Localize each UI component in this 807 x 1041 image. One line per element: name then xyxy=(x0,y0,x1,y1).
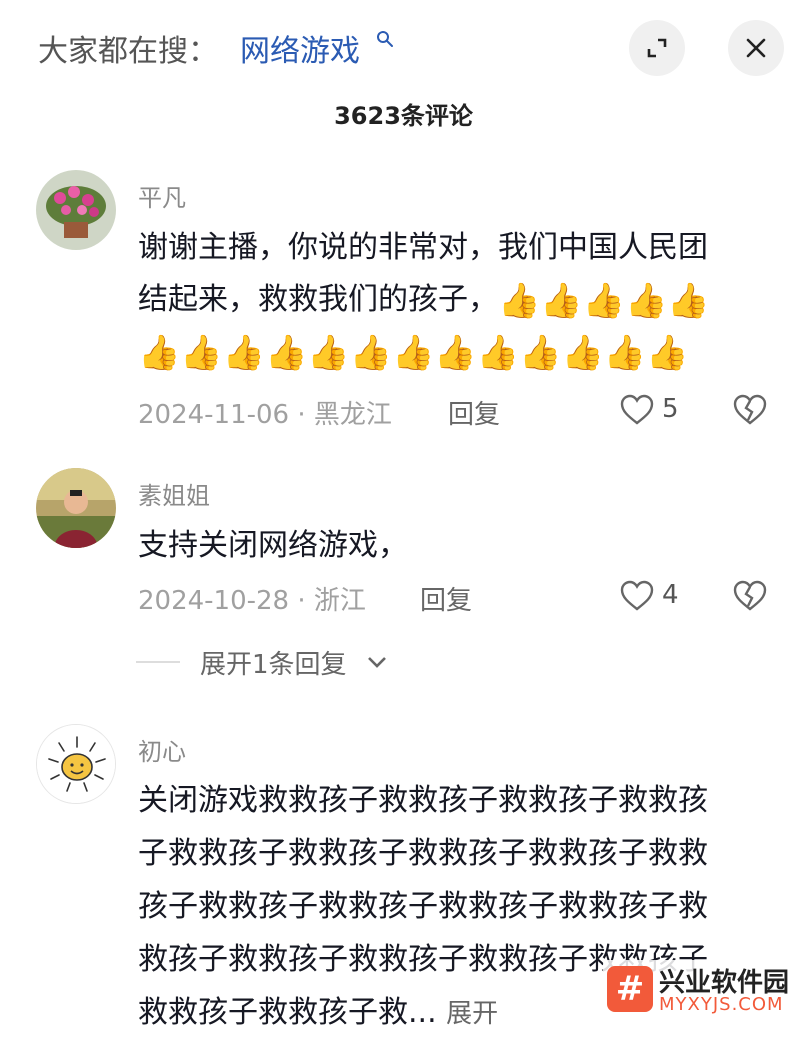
thumbs-up-emoji: 👍 xyxy=(646,332,689,373)
reply-button[interactable]: 回复 xyxy=(420,580,472,617)
avatar[interactable] xyxy=(36,468,116,548)
watermark-subtitle: MYXYJS.COM xyxy=(659,994,784,1015)
thumbs-up-emoji: 👍 xyxy=(307,332,350,373)
search-icon[interactable] xyxy=(376,30,394,48)
thumbs-up-emoji: 👍 xyxy=(265,332,308,373)
comment-text-line: 子救救孩子救救孩子救救孩子救救孩子救救 xyxy=(138,836,708,871)
close-icon xyxy=(746,38,766,58)
comment-text-line: 孩子救救孩子救救孩子救救孩子救救孩子救 xyxy=(138,889,708,924)
thumbs-up-emoji: 👍 xyxy=(392,332,435,373)
expand-icon xyxy=(647,38,667,58)
close-button[interactable] xyxy=(728,20,784,76)
comment-text-line: 结起来，救救我们的孩子，👍👍👍👍👍 xyxy=(138,274,778,326)
thumbs-up-emoji: 👍 xyxy=(349,332,393,373)
thumbs-up-emoji: 👍 xyxy=(625,280,668,321)
username[interactable]: 平凡 xyxy=(138,178,186,213)
comment-date: 2024-10-28 xyxy=(138,586,290,616)
watermark-logo: # xyxy=(607,966,653,1012)
comment-text-segment: 救救孩子救救孩子救... xyxy=(138,995,437,1030)
comment-meta: 2024-11-06 · 黑龙江 xyxy=(138,394,392,431)
thumbs-up-emoji: 👍 xyxy=(498,280,541,321)
thumbs-up-emoji: 👍 xyxy=(561,332,604,373)
thumbs-up-emoji: 👍 xyxy=(540,280,583,321)
avatar[interactable] xyxy=(36,170,116,250)
broken-heart-icon[interactable] xyxy=(733,394,767,426)
heart-icon[interactable] xyxy=(620,580,654,612)
thumbs-up-emoji: 👍 xyxy=(222,332,266,373)
comment-location: 黑龙江 xyxy=(313,400,392,430)
heart-icon[interactable] xyxy=(620,394,654,426)
thumbs-up-emoji: 👍 xyxy=(519,332,562,373)
meta-separator: · xyxy=(297,400,314,430)
emoji-row: 👍👍👍👍👍 xyxy=(498,281,710,321)
comment-meta: 2024-10-28 · 浙江 xyxy=(138,580,366,617)
username[interactable]: 初心 xyxy=(138,732,186,767)
thumbs-up-emoji: 👍 xyxy=(603,332,647,373)
comment-date: 2024-11-06 xyxy=(138,400,290,430)
username[interactable]: 素姐姐 xyxy=(138,476,210,511)
thumbs-up-emoji: 👍 xyxy=(138,332,181,373)
like-count: 4 xyxy=(662,580,679,610)
broken-heart-icon[interactable] xyxy=(733,580,767,612)
comment-location: 浙江 xyxy=(313,586,366,616)
expand-button[interactable] xyxy=(629,20,685,76)
reply-button[interactable]: 回复 xyxy=(448,394,500,431)
thumbs-up-emoji: 👍 xyxy=(434,332,477,373)
header: 大家都在搜： 网络游戏 xyxy=(0,0,807,100)
avatar[interactable] xyxy=(36,724,116,804)
comment-text: 支持关闭网络游戏， xyxy=(138,528,408,563)
comment-text-line: 谢谢主播，你说的非常对，我们中国人民团 xyxy=(138,230,708,265)
meta-separator: · xyxy=(297,586,314,616)
search-prefix: 大家都在搜： xyxy=(38,34,218,69)
search-term-link[interactable]: 网络游戏 xyxy=(240,26,360,70)
watermark: # 兴业软件园 MYXYJS.COM xyxy=(603,960,803,1022)
comment-count: 3623条评论 xyxy=(334,102,473,130)
thumbs-up-emoji: 👍 xyxy=(180,332,223,373)
comment-text-segment: 结起来，救救我们的孩子， xyxy=(138,282,498,317)
comment-text-line: 关闭游戏救救孩子救救孩子救救孩子救救孩 xyxy=(138,783,708,818)
emoji-row: 👍👍👍👍👍👍👍👍👍👍👍👍👍 xyxy=(138,326,778,378)
comment-text: 谢谢主播，你说的非常对，我们中国人民团 结起来，救救我们的孩子，👍👍👍👍👍 👍👍… xyxy=(138,222,778,378)
chevron-down-icon xyxy=(368,657,386,668)
expand-text-link[interactable]: 展开 xyxy=(446,999,498,1029)
divider xyxy=(136,661,180,663)
thumbs-up-emoji: 👍 xyxy=(476,332,520,373)
expand-replies-label: 展开1条回复 xyxy=(200,650,347,680)
like-count: 5 xyxy=(662,394,679,424)
thumbs-up-emoji: 👍 xyxy=(667,280,710,321)
thumbs-up-emoji: 👍 xyxy=(582,280,626,321)
